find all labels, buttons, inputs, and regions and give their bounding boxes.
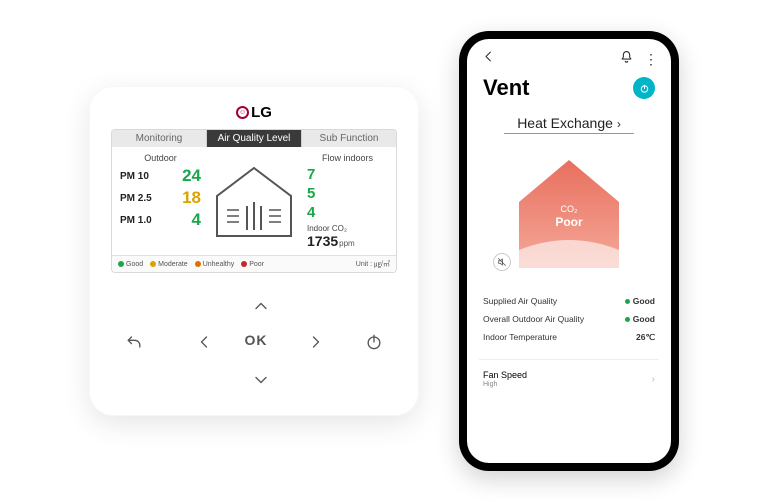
pm10-value: 24 (182, 166, 201, 186)
co2-value: 1735 (307, 233, 338, 249)
tab-air-quality-level[interactable]: Air Quality Level (207, 130, 302, 147)
pm25-value: 18 (182, 188, 201, 208)
nav-down-button[interactable] (246, 365, 276, 395)
overall-value: Good (625, 314, 655, 324)
brand-logo: ☺ LG (111, 104, 397, 121)
page-title: Vent (483, 75, 529, 101)
nav-up-button[interactable] (246, 291, 276, 321)
supplied-label: Supplied Air Quality (483, 296, 557, 306)
ok-button[interactable]: OK (236, 325, 276, 355)
legend-moderate: Moderate (158, 261, 188, 268)
back-button[interactable] (481, 49, 496, 69)
tab-bar: Monitoring Air Quality Level Sub Functio… (112, 130, 396, 147)
flow-value-2: 5 (307, 185, 315, 202)
outdoor-heading: Outdoor (120, 153, 201, 163)
flow-column: Flow indoors 7 5 4 Indoor CO₂ 1735ppm (307, 153, 388, 251)
fan-speed-value: High (483, 381, 527, 388)
co2-label: Indoor CO₂ (307, 224, 388, 233)
brand-text: LG (251, 104, 272, 121)
app-power-button[interactable] (633, 77, 655, 99)
app-top-bar: ⋮ (467, 39, 671, 73)
fan-speed-row[interactable]: Fan Speed High › (467, 364, 671, 394)
mode-label: Heat Exchange (517, 115, 613, 131)
supplied-value: Good (625, 296, 655, 306)
overall-label: Overall Outdoor Air Quality (483, 314, 584, 324)
divider (479, 359, 659, 360)
power-button[interactable] (359, 327, 389, 357)
legend-unit: Unit : ㎍/㎥ (356, 259, 390, 269)
notification-icon[interactable] (619, 49, 634, 69)
phone-device: ⋮ Vent Heat Exchange › (459, 31, 679, 471)
legend-poor: Poor (249, 261, 264, 268)
flow-value-1: 7 (307, 166, 315, 183)
controller-screen: Monitoring Air Quality Level Sub Functio… (111, 129, 397, 273)
pm25-label: PM 2.5 (120, 193, 152, 204)
legend-good: Good (126, 261, 143, 268)
pm1-value: 4 (192, 210, 201, 230)
flow-value-3: 4 (307, 204, 315, 221)
legend-bar: Good Moderate Unhealthy Poor Unit : ㎍/㎥ (112, 255, 396, 272)
more-icon[interactable]: ⋮ (644, 51, 657, 68)
phone-screen: ⋮ Vent Heat Exchange › (467, 39, 671, 463)
tab-sub-function[interactable]: Sub Function (302, 130, 396, 147)
nav-right-button[interactable] (301, 327, 331, 357)
chevron-right-icon: › (652, 374, 655, 385)
readouts: Supplied Air Quality Good Overall Outdoo… (467, 288, 671, 355)
pm1-label: PM 1.0 (120, 215, 152, 226)
hardware-buttons: OK (111, 287, 397, 407)
nav-left-button[interactable] (189, 327, 219, 357)
undo-button[interactable] (119, 327, 149, 357)
legend-unhealthy: Unhealthy (203, 261, 235, 268)
wall-controller: ☺ LG Monitoring Air Quality Level Sub Fu… (89, 86, 419, 416)
house-quality-label: Poor (555, 215, 583, 229)
house-co2-label: CO₂ (561, 204, 579, 214)
house-graphic: CO₂ Poor (509, 152, 629, 272)
indoor-temp-label: Indoor Temperature (483, 332, 557, 343)
co2-unit: ppm (339, 239, 355, 248)
indoor-temp-value: 26℃ (636, 332, 655, 343)
pm10-label: PM 10 (120, 171, 149, 182)
lg-face-icon: ☺ (236, 106, 249, 119)
house-diagram (209, 153, 299, 251)
tab-monitoring[interactable]: Monitoring (112, 130, 207, 147)
fan-speed-label: Fan Speed (483, 370, 527, 380)
outdoor-column: Outdoor PM 10 24 PM 2.5 18 PM 1.0 4 (120, 153, 201, 251)
mode-selector[interactable]: Heat Exchange › (467, 111, 671, 140)
mute-icon[interactable] (493, 253, 511, 271)
flow-heading: Flow indoors (307, 153, 388, 163)
chevron-right-icon: › (617, 117, 621, 131)
